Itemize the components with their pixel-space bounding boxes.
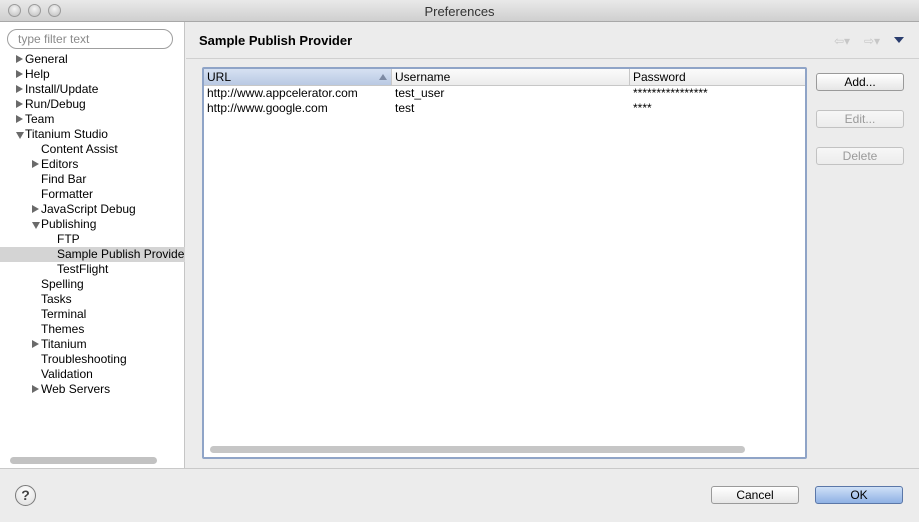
tree-item-label: Formatter bbox=[41, 187, 94, 201]
table-horizontal-scrollbar[interactable] bbox=[210, 446, 745, 453]
expand-right-icon[interactable] bbox=[16, 85, 23, 93]
tree-item-label: Titanium Studio bbox=[25, 127, 108, 141]
tree-item[interactable]: Content Assist bbox=[0, 142, 185, 157]
tree-item-label: Tasks bbox=[41, 292, 72, 306]
preferences-sidebar: GeneralHelpInstall/UpdateRun/DebugTeamTi… bbox=[0, 22, 185, 468]
column-header-password[interactable]: Password bbox=[630, 69, 805, 85]
publish-sites-table[interactable]: URL Username Password http://www.appcele… bbox=[202, 67, 807, 459]
table-row[interactable]: http://www.google.com test **** bbox=[204, 101, 805, 116]
preferences-tree: General Help Install/Update Run/Debug Team Ti… bbox=[0, 52, 185, 397]
tree-item[interactable]: Formatter bbox=[0, 187, 185, 202]
tree-item-label: FTP bbox=[57, 232, 80, 246]
tree-item[interactable]: Editors bbox=[0, 157, 185, 172]
expand-right-icon[interactable] bbox=[16, 55, 23, 63]
forward-arrow-icon[interactable]: ⇨▾ bbox=[864, 34, 880, 48]
tree-item[interactable]: FTP bbox=[0, 232, 185, 247]
tree-item[interactable]: Run/Debug bbox=[0, 97, 185, 112]
window-title: Preferences bbox=[424, 4, 495, 19]
tree-item[interactable]: Troubleshooting bbox=[0, 352, 185, 367]
tree-item[interactable]: Titanium Studio bbox=[0, 127, 185, 142]
sort-ascending-icon bbox=[379, 74, 387, 80]
tree-item-label: Validation bbox=[41, 367, 93, 381]
delete-button[interactable]: Delete bbox=[816, 147, 904, 165]
tree-item[interactable]: Themes bbox=[0, 322, 185, 337]
tree-item-label: Web Servers bbox=[41, 382, 111, 396]
table-row[interactable]: http://www.appcelerator.com test_user **… bbox=[204, 86, 805, 101]
expand-down-icon[interactable] bbox=[32, 222, 40, 229]
tree-item[interactable]: Team bbox=[0, 112, 185, 127]
expand-right-icon[interactable] bbox=[32, 385, 39, 393]
tree-item-label: Find Bar bbox=[41, 172, 87, 186]
help-icon[interactable]: ? bbox=[15, 485, 36, 506]
tree-item[interactable]: Install/Update bbox=[0, 82, 185, 97]
tree-item-label: Sample Publish Provider bbox=[57, 247, 185, 261]
cell-url: http://www.google.com bbox=[207, 101, 328, 115]
expand-right-icon[interactable] bbox=[32, 205, 39, 213]
tree-item[interactable]: Validation bbox=[0, 367, 185, 382]
add-button[interactable]: Add... bbox=[816, 73, 904, 91]
tree-item-label: Troubleshooting bbox=[41, 352, 127, 366]
cell-password: **** bbox=[633, 101, 652, 115]
tree-item[interactable]: Publishing bbox=[0, 217, 185, 232]
title-bar: Preferences bbox=[0, 0, 919, 22]
expand-right-icon[interactable] bbox=[32, 340, 39, 348]
tree-item-label: Spelling bbox=[41, 277, 84, 291]
tree-item-label: JavaScript Debug bbox=[41, 202, 136, 216]
tree-item[interactable]: Help bbox=[0, 67, 185, 82]
cell-username: test_user bbox=[395, 86, 445, 100]
tree-item-label: Themes bbox=[41, 322, 85, 336]
expand-right-icon[interactable] bbox=[16, 70, 23, 78]
tree-item-label: General bbox=[25, 52, 68, 66]
table-header: URL Username Password bbox=[204, 69, 805, 86]
edit-button[interactable]: Edit... bbox=[816, 110, 904, 128]
tree-item-label: Terminal bbox=[41, 307, 87, 321]
tree-item-label: Editors bbox=[41, 157, 79, 171]
tree-item[interactable]: JavaScript Debug bbox=[0, 202, 185, 217]
tree-item-label: Publishing bbox=[41, 217, 97, 231]
back-arrow-icon[interactable]: ⇦▾ bbox=[834, 34, 850, 48]
tree-item[interactable]: General bbox=[0, 52, 185, 67]
column-header-url[interactable]: URL bbox=[204, 69, 392, 85]
sidebar-horizontal-scrollbar[interactable] bbox=[10, 457, 157, 464]
column-header-label: Password bbox=[633, 70, 686, 84]
tree-item[interactable]: Terminal bbox=[0, 307, 185, 322]
tree-item[interactable]: Web Servers bbox=[0, 382, 185, 397]
column-header-label: URL bbox=[207, 70, 232, 84]
expand-right-icon[interactable] bbox=[16, 115, 23, 123]
pane-divider bbox=[186, 58, 919, 59]
cell-password: **************** bbox=[633, 86, 708, 100]
tree-item[interactable]: Find Bar bbox=[0, 172, 185, 187]
expand-right-icon[interactable] bbox=[16, 100, 23, 108]
column-header-username[interactable]: Username bbox=[392, 69, 630, 85]
tree-item[interactable]: TestFlight bbox=[0, 262, 185, 277]
tree-item-label: Team bbox=[25, 112, 55, 126]
tree-item[interactable]: Spelling bbox=[0, 277, 185, 292]
tree-item-label: TestFlight bbox=[57, 262, 109, 276]
page-navigation: ⇦▾ ⇨▾ bbox=[834, 33, 909, 48]
cancel-button[interactable]: Cancel bbox=[711, 486, 799, 504]
tree-item-label: Content Assist bbox=[41, 142, 118, 156]
column-header-label: Username bbox=[395, 70, 451, 84]
tree-item-label: Titanium bbox=[41, 337, 87, 351]
view-menu-icon[interactable] bbox=[894, 37, 904, 43]
filter-input[interactable] bbox=[7, 29, 173, 49]
page-title: Sample Publish Provider bbox=[199, 33, 353, 48]
expand-down-icon[interactable] bbox=[16, 132, 24, 139]
tree-item[interactable]: Titanium bbox=[0, 337, 185, 352]
bottom-divider bbox=[0, 468, 919, 469]
cell-username: test bbox=[395, 101, 415, 115]
tree-item-label: Run/Debug bbox=[25, 97, 86, 111]
tree-item[interactable]: Sample Publish Provider bbox=[0, 247, 185, 262]
ok-button[interactable]: OK bbox=[815, 486, 903, 504]
tree-item-label: Install/Update bbox=[25, 82, 99, 96]
tree-item-label: Help bbox=[25, 67, 50, 81]
tree-item[interactable]: Tasks bbox=[0, 292, 185, 307]
expand-right-icon[interactable] bbox=[32, 160, 39, 168]
cell-url: http://www.appcelerator.com bbox=[207, 86, 358, 100]
